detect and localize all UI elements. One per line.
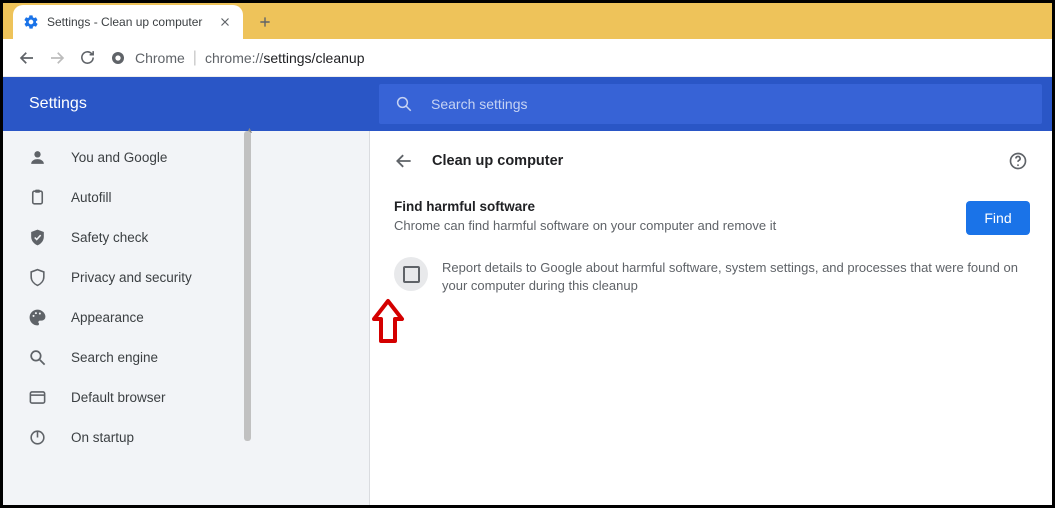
find-section: Find harmful software Chrome can find ha…: [392, 199, 1030, 295]
sidebar-label: On startup: [71, 430, 134, 445]
search-input[interactable]: [431, 96, 1026, 112]
sidebar-item-autofill[interactable]: Autofill: [3, 177, 251, 217]
help-icon[interactable]: [1006, 149, 1030, 173]
reload-icon[interactable]: [73, 44, 101, 72]
url-separator: |: [193, 49, 197, 67]
settings-header: Settings: [3, 77, 1052, 131]
scrollbar[interactable]: [244, 131, 251, 441]
report-description: Report details to Google about harmful s…: [442, 257, 1030, 295]
sidebar: ▴ You and Google Autofill Safety check P…: [3, 131, 251, 505]
report-row: Report details to Google about harmful s…: [394, 257, 1030, 295]
browser-tab[interactable]: Settings - Clean up computer: [13, 5, 243, 39]
power-icon: [27, 427, 47, 447]
main-row: ▴ You and Google Autofill Safety check P…: [3, 131, 1052, 505]
address-bar[interactable]: Chrome | chrome://settings/cleanup: [109, 44, 1042, 72]
tab-strip: Settings - Clean up computer: [3, 3, 1052, 39]
sidebar-item-appearance[interactable]: Appearance: [3, 297, 251, 337]
find-description: Chrome can find harmful software on your…: [394, 218, 946, 233]
search-icon: [395, 95, 413, 113]
sidebar-label: Privacy and security: [71, 270, 192, 285]
sidebar-label: Safety check: [71, 230, 148, 245]
clipboard-icon: [27, 187, 47, 207]
sidebar-label: Appearance: [71, 310, 144, 325]
settings-title: Settings: [3, 95, 369, 113]
find-title: Find harmful software: [394, 199, 946, 214]
back-icon[interactable]: [13, 44, 41, 72]
sidebar-label: You and Google: [71, 150, 167, 165]
forward-icon[interactable]: [43, 44, 71, 72]
tab-title: Settings - Clean up computer: [47, 15, 217, 29]
browser-toolbar: Chrome | chrome://settings/cleanup: [3, 39, 1052, 77]
shield-icon: [27, 267, 47, 287]
url-host: Chrome: [135, 50, 185, 66]
window-icon: [27, 387, 47, 407]
search-settings[interactable]: [379, 84, 1042, 124]
sidebar-item-you-and-google[interactable]: You and Google: [3, 137, 251, 177]
back-button[interactable]: [392, 149, 416, 173]
sidebar-item-on-startup[interactable]: On startup: [3, 417, 251, 457]
shield-check-icon: [27, 227, 47, 247]
content-panel: Clean up computer Find harmful software …: [370, 131, 1052, 505]
sidebar-item-search-engine[interactable]: Search engine: [3, 337, 251, 377]
sidebar-item-safety-check[interactable]: Safety check: [3, 217, 251, 257]
checkbox-icon: [403, 266, 420, 283]
page-header: Clean up computer: [392, 149, 1030, 173]
search-icon: [27, 347, 47, 367]
url-scheme: chrome://: [205, 50, 263, 66]
find-button[interactable]: Find: [966, 201, 1030, 235]
url-path: settings/cleanup: [263, 50, 364, 66]
chrome-icon: [109, 49, 127, 67]
person-icon: [27, 147, 47, 167]
sidebar-label: Default browser: [71, 390, 166, 405]
new-tab-button[interactable]: [251, 8, 279, 36]
sidebar-label: Autofill: [71, 190, 112, 205]
sidebar-item-privacy[interactable]: Privacy and security: [3, 257, 251, 297]
sidebar-item-default-browser[interactable]: Default browser: [3, 377, 251, 417]
palette-icon: [27, 307, 47, 327]
annotation-arrow: [368, 297, 408, 347]
page-title: Clean up computer: [432, 153, 1006, 169]
report-checkbox[interactable]: [394, 257, 428, 291]
sidebar-label: Search engine: [71, 350, 158, 365]
gear-icon: [23, 14, 39, 30]
close-icon[interactable]: [217, 14, 233, 30]
